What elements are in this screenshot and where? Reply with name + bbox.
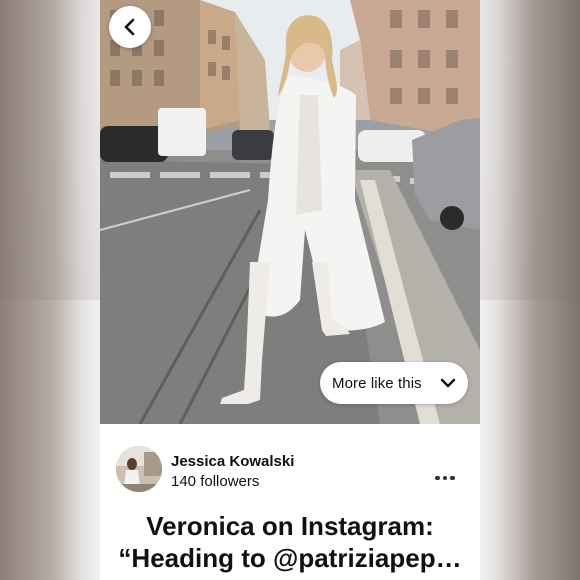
pin-image[interactable] [100,0,480,424]
more-like-this-button[interactable]: More like this [320,362,468,404]
avatar-image [116,446,162,492]
author-name[interactable]: Jessica Kowalski [171,453,294,470]
follower-count: 140 followers [171,473,260,490]
pin-info-card: Jessica Kowalski 140 followers Veronica … [100,424,480,580]
ellipsis-icon [450,475,455,481]
pin-title-line-2: “Heading to @patriziapep… [118,543,462,573]
ellipsis-icon [435,475,440,481]
street-photo [100,0,480,424]
chevron-left-icon [124,18,135,36]
more-options-button[interactable] [430,468,460,488]
more-like-this-label: More like this [332,374,422,392]
pin-title-line-1: Veronica on Instagram: [146,511,434,541]
ellipsis-icon [442,475,448,481]
pin-title: Veronica on Instagram: “Heading to @patr… [100,510,480,574]
chevron-down-icon [440,378,456,388]
pin-detail-screen: More like this Jessica Kowalski 140 foll… [0,0,580,580]
avatar[interactable] [116,446,162,492]
back-button[interactable] [109,6,151,48]
